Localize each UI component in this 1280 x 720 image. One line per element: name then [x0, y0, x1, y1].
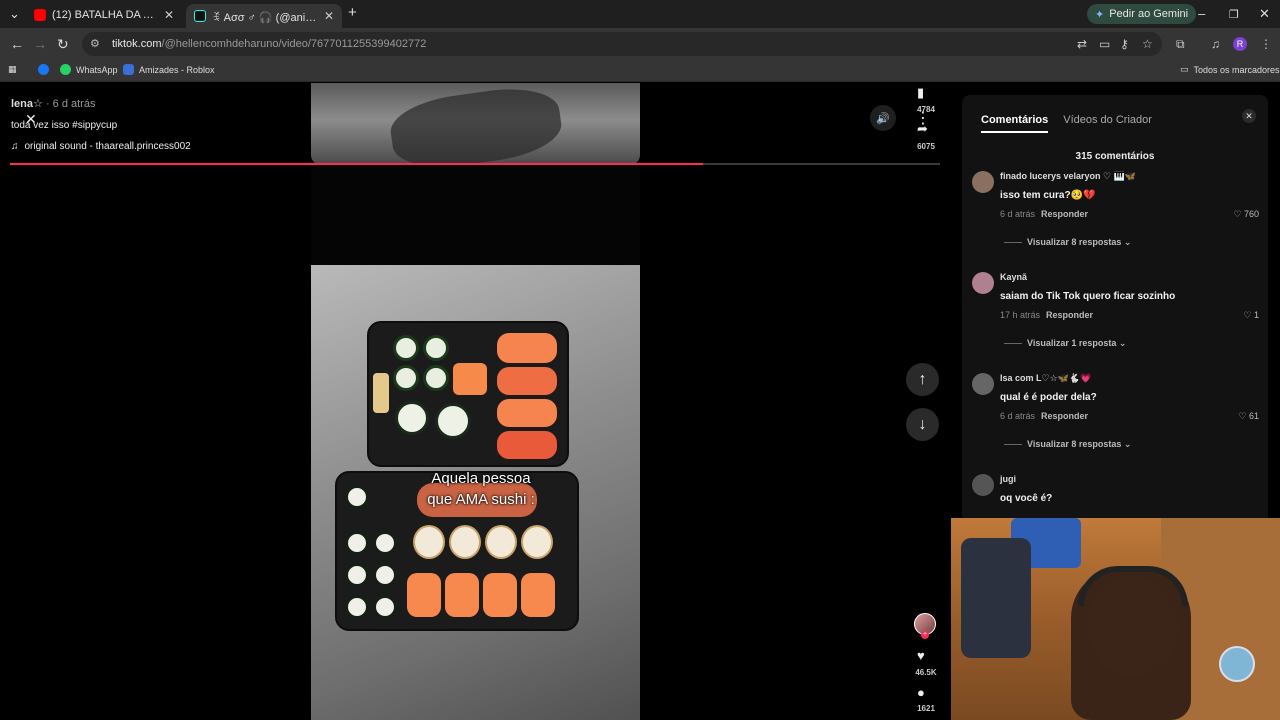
tab-search-icon[interactable]: ⌄ [9, 6, 20, 22]
minimize-button[interactable]: – [1198, 6, 1205, 21]
heart-outline-icon: ♡ [1238, 411, 1247, 421]
bookmark-icon[interactable]: ▮ [917, 85, 924, 101]
close-tab-icon[interactable]: ✕ [324, 9, 334, 23]
video-caption: toda vez isso #sippycup [11, 120, 118, 131]
comment-user[interactable]: jugi [1000, 474, 1016, 484]
comment-meta: 17 h atrás Responder [1000, 310, 1094, 320]
browser-toolbar: ← → ↻ ⚙ tiktok.com/@hellencomhdeharuno/v… [0, 28, 1280, 60]
forward-button[interactable]: → [33, 36, 47, 52]
comment-like[interactable]: ♡ 1 [1243, 310, 1259, 321]
shares-count: 6075 [917, 142, 935, 151]
view-replies-button[interactable]: Visualizar 8 respostas ⌄ [1004, 237, 1131, 248]
previous-video[interactable] [311, 83, 640, 165]
gemini-icon: ✦ [1095, 8, 1105, 21]
tab-creator-videos[interactable]: Vídeos do Criador [1063, 114, 1152, 133]
likes-count: 46.5K [915, 668, 937, 677]
bookmark-star-icon[interactable]: ☆ [1142, 37, 1153, 51]
site-info-icon[interactable]: ⚙ [90, 37, 104, 51]
menu-icon[interactable]: ⋮ [1260, 37, 1272, 51]
previous-video-button[interactable]: ↑ [906, 363, 939, 396]
reload-button[interactable]: ↻ [57, 36, 69, 53]
current-video[interactable]: Aquela pessoa que AMA sushi : [311, 265, 640, 720]
restore-button[interactable]: ❐ [1229, 8, 1239, 21]
tab-youtube[interactable]: (12) BATALHA DA ALDEIA - ESP ✕ [26, 4, 182, 26]
close-tab-icon[interactable]: ✕ [164, 8, 174, 22]
tab-comments[interactable]: Comentários [981, 114, 1049, 133]
youtube-icon [34, 9, 46, 21]
avatar[interactable] [972, 474, 994, 496]
comments-panel: Comentários Vídeos do Criador ✕ 315 come… [962, 95, 1268, 531]
password-key-icon[interactable]: ⚷ [1120, 37, 1129, 51]
media-controls-icon[interactable]: ♫ [1211, 37, 1220, 51]
video-author[interactable]: lena☆ · 6 d atrás [11, 97, 95, 110]
comment-like[interactable]: ♡ 760 [1233, 209, 1259, 220]
bookmarks-bar: ▦ WhatsApp Amizades - Roblox ▭ Todos os … [0, 60, 1280, 82]
arrow-up-icon: ↑ [918, 370, 927, 388]
arrow-down-icon: ↓ [918, 415, 927, 433]
comment-like[interactable]: ♡ 61 [1238, 411, 1259, 422]
extensions-icon[interactable]: ⧉ [1176, 37, 1185, 52]
close-window-button[interactable]: ✕ [1259, 6, 1270, 22]
all-bookmarks-folder[interactable]: ▭ Todos os marcadores [1180, 64, 1280, 75]
heart-outline-icon: ♡ [1243, 310, 1252, 320]
tab-strip: ⌄ (12) BATALHA DA ALDEIA - ESP ✕ ꉂ Aσσ ♂… [0, 0, 1280, 28]
gemini-button[interactable]: ✦ Pedir ao Gemini [1087, 4, 1197, 24]
view-replies-button[interactable]: Visualizar 1 resposta ⌄ [1004, 338, 1126, 349]
next-video-button[interactable]: ↓ [906, 408, 939, 441]
facebook-icon [38, 64, 49, 75]
panel-tabs: Comentários Vídeos do Criador [981, 114, 1152, 133]
new-tab-button[interactable]: + [348, 4, 357, 21]
comment-text: isso tem cura?🥺💔 [1000, 190, 1096, 201]
avatar[interactable] [972, 171, 994, 193]
comment-meta: 6 d atrás Responder [1000, 209, 1089, 219]
webcam-overlay [951, 518, 1280, 720]
roblox-icon [123, 64, 134, 75]
volume-button[interactable]: 🔊 [870, 105, 896, 131]
reply-button[interactable]: Responder [1046, 310, 1093, 320]
bookmark-roblox[interactable]: Amizades - Roblox [123, 64, 215, 75]
comment-user[interactable]: Isa com L♡☆🦋🐇💗 [1000, 373, 1091, 384]
view-replies-button[interactable]: Visualizar 8 respostas ⌄ [1004, 439, 1131, 450]
share-icon[interactable]: ➦ [917, 121, 928, 137]
avatar[interactable] [972, 272, 994, 294]
address-bar[interactable]: ⚙ tiktok.com/@hellencomhdeharuno/video/7… [82, 32, 1162, 56]
reply-button[interactable]: Responder [1041, 411, 1088, 421]
apps-grid-icon[interactable]: ▦ [8, 64, 17, 75]
comment-text: saiam do Tik Tok quero ficar sozinho [1000, 291, 1176, 302]
follow-plus-icon[interactable]: + [921, 631, 929, 639]
comment-meta: 6 d atrás Responder [1000, 411, 1089, 421]
bookmark-whatsapp[interactable]: WhatsApp [60, 64, 118, 75]
heart-icon[interactable]: ♥ [917, 648, 925, 663]
back-button[interactable]: ← [10, 36, 24, 52]
comment-icon[interactable]: ● [917, 685, 925, 700]
comment-user[interactable]: finado lucerys velaryon ♡ 🎹🦋 [1000, 171, 1136, 182]
translate-icon[interactable]: ⇄ [1077, 37, 1087, 51]
comment-text: oq você é? [1000, 493, 1053, 504]
sushi-tray-top [367, 321, 569, 467]
whatsapp-icon [60, 64, 71, 75]
cast-icon[interactable]: ▭ [1099, 37, 1110, 51]
heart-outline-icon: ♡ [1233, 209, 1242, 219]
facebook-bookmark[interactable] [38, 64, 49, 75]
music-note-icon: ♫ [11, 141, 19, 152]
close-panel-icon[interactable]: ✕ [1242, 109, 1256, 123]
saves-count: 4784 [917, 105, 935, 114]
video-overlay-text: Aquela pessoa que AMA sushi : [427, 470, 535, 508]
comment-text: qual é é poder dela? [1000, 392, 1097, 403]
folder-icon: ▭ [1180, 64, 1189, 74]
video-sound[interactable]: ♫ original sound - thaareall.princess002 [11, 141, 191, 152]
comment-count: 315 comentários [1075, 151, 1155, 162]
comments-count: 1621 [917, 704, 935, 713]
fan-image [1219, 646, 1255, 682]
reply-button[interactable]: Responder [1041, 209, 1088, 219]
speaker-icon: 🔊 [876, 112, 890, 125]
tab-tiktok[interactable]: ꉂ Aσσ ♂ 🎧 (@aninhad ✕ [186, 4, 342, 28]
avatar[interactable] [972, 373, 994, 395]
profile-avatar[interactable]: R [1233, 37, 1247, 51]
tiktok-icon [194, 10, 206, 22]
comment-user[interactable]: Kaynã [1000, 272, 1027, 282]
